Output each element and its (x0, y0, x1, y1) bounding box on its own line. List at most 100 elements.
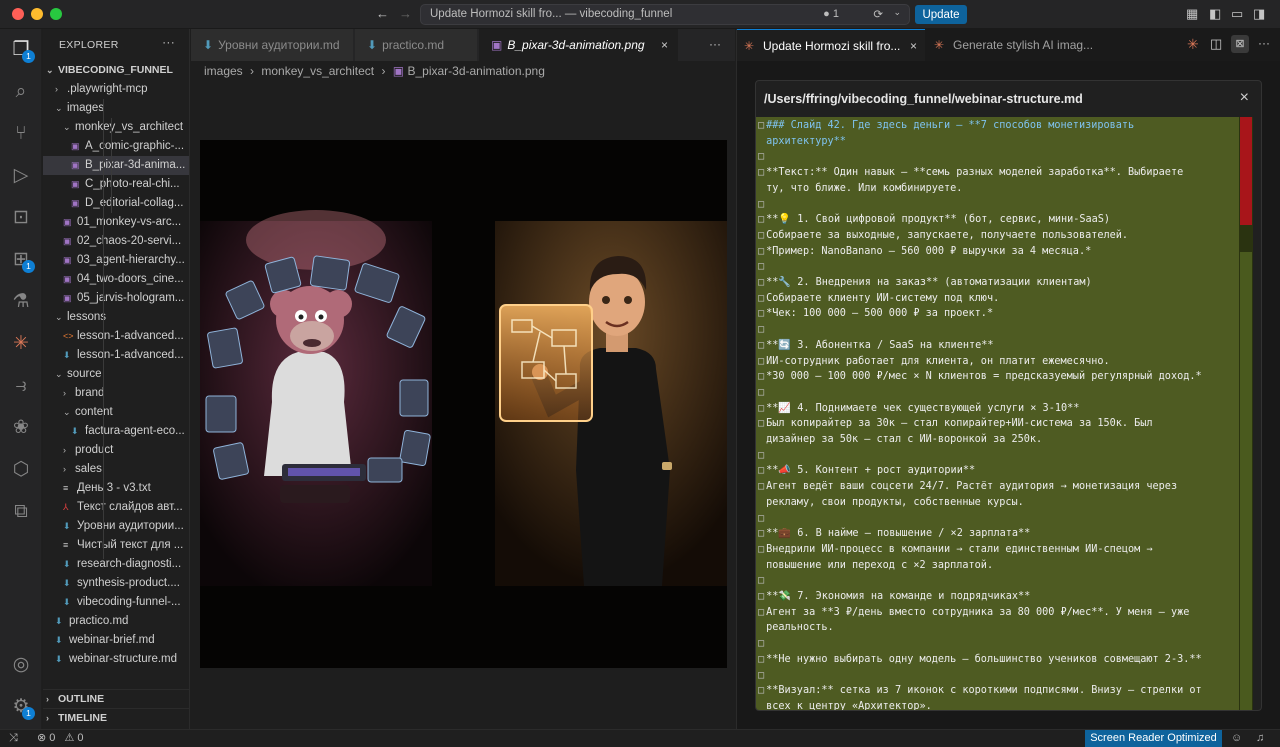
code-line: □ (758, 197, 1236, 213)
breadcrumb-images[interactable]: images (204, 64, 243, 78)
manage-gear-icon[interactable]: ⚙ 1 (7, 693, 35, 721)
back-arrow-icon[interactable]: ← (376, 6, 389, 22)
tree-file[interactable]: ⬇ factura-agent-eco... (43, 422, 189, 441)
tree-file[interactable]: ▣ 01_monkey-vs-arc... (43, 213, 189, 232)
tree-file[interactable]: <> lesson-1-advanced... (43, 327, 189, 346)
close-panel-icon[interactable]: × (1240, 89, 1249, 107)
testing-flask-icon[interactable]: ⚗ (7, 288, 35, 316)
project-root[interactable]: ⌄ VIBECODING_FUNNEL (43, 61, 189, 80)
tree-folder[interactable]: ⌄ content (43, 403, 189, 422)
update-button[interactable]: Update (915, 5, 967, 24)
remote-explorer-icon[interactable]: ⊡ (7, 204, 35, 232)
split-editor-icon[interactable]: ◫ (1210, 36, 1222, 52)
tree-file[interactable]: ▣ B_pixar-3d-anima... (43, 156, 189, 175)
lock-icon[interactable]: ⊠ (1231, 35, 1249, 53)
scrollbar-thumb[interactable] (1240, 252, 1252, 710)
markdown-file-icon: ⬇ (63, 559, 71, 569)
tree-folder[interactable]: › sales (43, 460, 189, 479)
tab-label: Generate stylish AI imag... (953, 38, 1094, 52)
tree-folder[interactable]: ⌄ monkey_vs_architect (43, 118, 189, 137)
chevron-down-icon: ⌄ (55, 103, 63, 113)
tree-file[interactable]: ▣ 04_two-doors_cine... (43, 270, 189, 289)
tree-folder[interactable]: › .playwright-mcp (43, 80, 189, 99)
toggle-secondary-sidebar-icon[interactable]: ◨ (1253, 6, 1265, 22)
close-tab-icon[interactable]: × (910, 30, 917, 62)
problems-indicator[interactable]: ⊗ 0 ⚠ 0 (37, 730, 84, 747)
tree-folder[interactable]: › product (43, 441, 189, 460)
tree-file[interactable]: ⬇ Уровни аудитории... (43, 517, 189, 536)
minimize-window-button[interactable] (31, 8, 43, 20)
notifications-indicator[interactable]: ● 1 (823, 8, 839, 20)
tree-file[interactable]: ▣ C_photo-real-chi... (43, 175, 189, 194)
tree-file[interactable]: ▣ 02_chaos-20-servi... (43, 232, 189, 251)
forward-arrow-icon[interactable]: → (399, 6, 412, 22)
customize-layout-icon[interactable]: ▦ (1186, 6, 1198, 22)
chevron-down-icon[interactable]: ⌄ (893, 7, 901, 18)
tab-audience-levels[interactable]: ⬇ Уровни аудитории.md (191, 29, 354, 61)
toggle-panel-icon[interactable]: ▭ (1231, 6, 1243, 22)
code-line-text: дизайнер за 50к — стал с ИИ-воронкой за … (766, 434, 1043, 445)
breadcrumb-file[interactable]: B_pixar-3d-animation.png (407, 64, 544, 78)
more-actions-icon[interactable]: ··· (162, 35, 175, 49)
tree-file[interactable]: ⬇ webinar-brief.md (43, 631, 189, 650)
toggle-sidebar-icon[interactable]: ◧ (1209, 6, 1221, 22)
notifications-bell-icon[interactable]: ♫ (1256, 730, 1264, 747)
tree-file[interactable]: ⬇ webinar-structure.md (43, 650, 189, 669)
run-debug-icon[interactable]: ▷ (7, 162, 35, 190)
remote-indicator-icon[interactable]: ⤨ (9, 730, 18, 747)
close-window-button[interactable] (12, 8, 24, 20)
tree-file[interactable]: ≡ Чистый текст для ... (43, 536, 189, 555)
tab-update-hormozi[interactable]: ✳ Update Hormozi skill fro... × (737, 29, 925, 61)
tree-folder[interactable]: ⌄ images (43, 99, 189, 118)
account-icon[interactable]: ◎ (7, 651, 35, 679)
outline-section[interactable]: › OUTLINE (43, 689, 189, 708)
tree-file[interactable]: ▣ 03_agent-hierarchy... (43, 251, 189, 270)
tree-item-label: synthesis-product.... (77, 577, 180, 589)
package-cube-icon[interactable]: ⬡ (7, 456, 35, 484)
markdown-file-icon: ⬇ (71, 426, 79, 436)
tree-file[interactable]: ⬇ practico.md (43, 612, 189, 631)
screen-reader-status[interactable]: Screen Reader Optimized (1085, 730, 1222, 747)
scrollbar[interactable] (1239, 117, 1253, 710)
extension-graph-icon[interactable]: ⧉ (7, 498, 35, 526)
code-line-text: **🔧 2. Внедрения на заказ** (автоматизац… (766, 277, 1092, 288)
close-tab-icon[interactable]: × (661, 29, 668, 61)
more-actions-icon[interactable]: ··· (1258, 36, 1270, 50)
kangaroo-icon[interactable]: ⥽ (7, 372, 35, 400)
tree-file[interactable]: ▣ 05_jarvis-hologram... (43, 289, 189, 308)
tree-file[interactable]: ▣ A_comic-graphic-... (43, 137, 189, 156)
tree-file[interactable]: ⅄ Текст слайдов авт... (43, 498, 189, 517)
breadcrumb-folder[interactable]: monkey_vs_architect (261, 64, 374, 78)
claude-icon[interactable]: ✳ (7, 330, 35, 358)
tree-folder[interactable]: › brand (43, 384, 189, 403)
tab-practico[interactable]: ⬇ practico.md (355, 29, 478, 61)
code-line: □ Агент за **3 ₽/день вместо сотрудника з… (758, 605, 1236, 621)
markdown-diff-view[interactable]: □ ### Слайд 42. Где здесь деньги — **7 сп… (756, 117, 1239, 710)
chevron-right-icon: › (63, 464, 66, 474)
source-control-icon[interactable]: ⑂ (7, 120, 35, 148)
copilot-icon[interactable]: ☺ (1231, 730, 1242, 747)
tab-generate-images[interactable]: ✳ Generate stylish AI imag... (927, 29, 1107, 61)
explorer-activity-icon[interactable]: ❐ 1 (7, 36, 35, 64)
search-icon[interactable]: ⌕ (7, 78, 35, 106)
tree-folder[interactable]: ⌄ lessons (43, 308, 189, 327)
timeline-section[interactable]: › TIMELINE (43, 708, 189, 727)
claude-icon[interactable]: ✳ (1187, 36, 1199, 53)
tree-file[interactable]: ⬇ vibecoding-funnel-... (43, 593, 189, 612)
file-preview-panel: /Users/ffring/vibecoding_funnel/webinar-… (755, 80, 1262, 711)
command-center[interactable]: Update Hormozi skill fro... — vibecoding… (420, 4, 910, 25)
python-icon[interactable]: ❀ (7, 414, 35, 442)
tree-file[interactable]: ⬇ synthesis-product.... (43, 574, 189, 593)
markdown-file-icon: ⬇ (367, 38, 378, 52)
tree-file[interactable]: ⬇ lesson-1-advanced... (43, 346, 189, 365)
tab-pixar-image[interactable]: ▣ B_pixar-3d-animation.png × (479, 29, 679, 61)
tree-file[interactable]: ▣ D_editorial-collag... (43, 194, 189, 213)
code-line: □ Был копирайтер за 30к — стал копирайтер… (758, 416, 1236, 432)
zoom-window-button[interactable] (50, 8, 62, 20)
tree-file[interactable]: ⬇ research-diagnosti... (43, 555, 189, 574)
tree-file[interactable]: ≡ День 3 - v3.txt (43, 479, 189, 498)
tree-folder[interactable]: ⌄ source (43, 365, 189, 384)
sync-icon[interactable]: ⟳ (873, 7, 883, 21)
more-actions-icon[interactable]: ··· (709, 37, 721, 51)
extensions-icon[interactable]: ⊞ 1 (7, 246, 35, 274)
